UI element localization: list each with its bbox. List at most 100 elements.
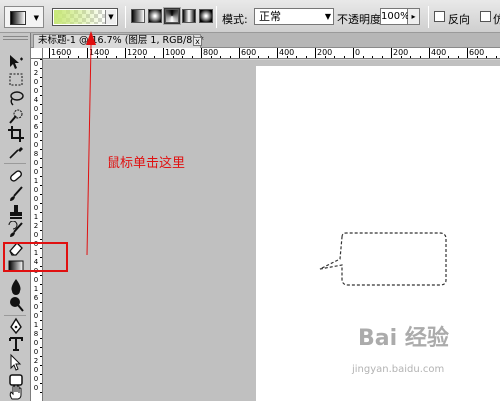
horizontal-ruler[interactable]: 1600140012001000800600400200020040060080… xyxy=(43,48,500,59)
ruler-label: 0 xyxy=(33,78,39,86)
ruler-label: 0 xyxy=(33,195,39,203)
ruler-minor-tick xyxy=(381,56,383,58)
ruler-minor-tick xyxy=(153,56,155,58)
ruler-minor-tick xyxy=(410,56,411,58)
ruler-minor-tick xyxy=(305,56,307,58)
ruler-label: 0 xyxy=(33,231,39,239)
radial-gradient-icon[interactable] xyxy=(148,9,162,23)
ruler-label: 400 xyxy=(431,48,447,57)
reverse-checkbox[interactable] xyxy=(434,11,445,22)
blur-tool-icon[interactable] xyxy=(7,277,25,295)
linear-gradient-icon[interactable] xyxy=(131,9,145,23)
ruler-minor-tick xyxy=(229,56,231,58)
ruler-label: 0 xyxy=(33,159,39,167)
close-icon[interactable]: x xyxy=(193,37,202,46)
path-selection-tool-icon[interactable] xyxy=(7,353,25,371)
ruler-label: 1 xyxy=(33,213,39,221)
ruler-tick xyxy=(239,48,240,58)
dither-checkbox[interactable] xyxy=(480,11,491,22)
ruler-label: 600 xyxy=(469,48,485,57)
ruler-origin[interactable] xyxy=(31,48,43,59)
divider xyxy=(428,6,429,28)
marquee-tool-icon[interactable] xyxy=(7,71,25,89)
ruler-minor-tick xyxy=(419,56,421,58)
ruler-minor-tick xyxy=(267,56,269,58)
chevron-down-icon[interactable]: ▼ xyxy=(105,10,116,24)
annotation-highlight-box xyxy=(3,242,68,272)
ruler-label: 400 xyxy=(279,48,295,57)
toolbox xyxy=(0,33,31,401)
chevron-down-icon: ▼ xyxy=(324,12,331,21)
ruler-tick xyxy=(163,48,164,58)
document-tab[interactable]: 未标题-1 @ 16.7% (图层 1, RGB/8) * x xyxy=(33,34,204,48)
toolbox-grip[interactable] xyxy=(3,36,28,40)
ruler-label: 0 xyxy=(33,312,39,320)
ruler-tick xyxy=(429,48,430,58)
ruler-label: 8 xyxy=(33,330,39,338)
ruler-tick xyxy=(467,48,468,58)
history-brush-icon[interactable] xyxy=(7,221,25,239)
opacity-slider-button[interactable]: ▸ xyxy=(408,8,420,25)
ruler-label: 2 xyxy=(33,222,39,230)
type-tool-icon[interactable] xyxy=(7,335,25,353)
move-tool-icon[interactable] xyxy=(7,53,25,71)
ruler-label: 6 xyxy=(33,123,39,131)
ruler-label: 2 xyxy=(33,69,39,77)
divider xyxy=(4,163,26,164)
ruler-minor-tick xyxy=(220,56,221,58)
ruler-tick xyxy=(201,48,202,58)
ruler-tick xyxy=(391,48,392,58)
ruler-minor-tick xyxy=(448,56,449,58)
hand-tool-icon[interactable] xyxy=(7,383,25,401)
ruler-label: 1 xyxy=(33,285,39,293)
ruler-label: 0 xyxy=(355,48,361,57)
ruler-minor-tick xyxy=(362,56,364,58)
tool-preset-picker[interactable]: ▼ xyxy=(4,6,44,28)
vertical-ruler[interactable]: 0200400600800100012001400160018002000 xyxy=(31,59,43,401)
ruler-label: 1 xyxy=(33,321,39,329)
ruler-label: 0 xyxy=(33,375,39,383)
ruler-minor-tick xyxy=(191,56,193,58)
ruler-tick xyxy=(125,48,126,58)
mode-label: 模式: xyxy=(222,13,248,26)
ruler-label: 0 xyxy=(33,366,39,374)
ruler-label: 8 xyxy=(33,150,39,158)
mode-select[interactable]: 正常 ▼ xyxy=(254,8,334,25)
spot-healing-brush-icon[interactable] xyxy=(7,167,25,185)
ruler-label: 200 xyxy=(317,48,333,57)
ruler-minor-tick xyxy=(486,56,487,58)
ruler-label: 0 xyxy=(33,204,39,212)
diamond-gradient-icon[interactable] xyxy=(199,9,213,23)
brush-tool-icon[interactable] xyxy=(7,185,25,203)
ruler-label: 0 xyxy=(33,276,39,284)
reflected-gradient-icon[interactable] xyxy=(182,9,196,23)
watermark-url: jingyan.baidu.com xyxy=(352,364,445,375)
dodge-tool-icon[interactable] xyxy=(7,295,25,313)
gradient-swatch[interactable] xyxy=(54,10,106,24)
ruler-minor-tick xyxy=(296,56,297,58)
eyedropper-tool-icon[interactable] xyxy=(7,143,25,161)
quick-selection-tool-icon[interactable] xyxy=(7,107,25,125)
ruler-tick xyxy=(315,48,316,58)
angle-gradient-icon[interactable] xyxy=(164,8,180,24)
ruler-label: 0 xyxy=(33,339,39,347)
ruler-label: 0 xyxy=(33,348,39,356)
ruler-label: 0 xyxy=(33,60,39,68)
opacity-input[interactable]: 100% xyxy=(380,8,410,25)
ruler-label: 0 xyxy=(33,132,39,140)
ruler-label: 0 xyxy=(33,141,39,149)
divider xyxy=(216,6,217,28)
ruler-label: 1000 xyxy=(165,48,186,57)
clone-stamp-icon[interactable] xyxy=(7,203,25,221)
document-tab-title: 未标题-1 @ 16.7% (图层 1, RGB/8) * xyxy=(38,35,204,46)
annotation-instruction: 鼠标单击这里 xyxy=(107,156,186,171)
crop-tool-icon[interactable] xyxy=(7,125,25,143)
gradient-picker[interactable]: ▼ xyxy=(52,8,118,26)
ruler-label: 0 xyxy=(33,105,39,113)
ruler-label: 0 xyxy=(33,384,39,392)
opacity-label: 不透明度: xyxy=(337,13,385,26)
ruler-minor-tick xyxy=(115,56,117,58)
pen-tool-icon[interactable] xyxy=(7,317,25,335)
ruler-label: 0 xyxy=(33,303,39,311)
lasso-tool-icon[interactable] xyxy=(7,89,25,107)
